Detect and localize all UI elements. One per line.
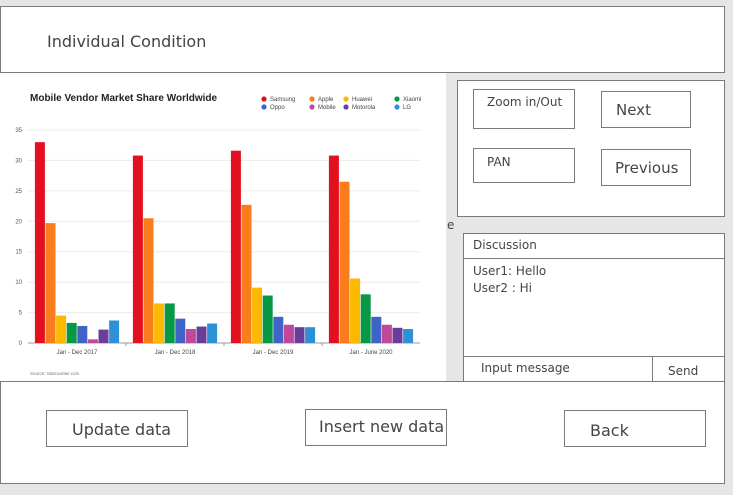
bar (241, 204, 252, 343)
bar (185, 329, 196, 343)
bar (109, 320, 120, 343)
bar (132, 155, 143, 343)
chart-canvas: 0 5 10 15 20 25 30 35 Jan - Dec 2017 Jan - Dec 20… (15, 96, 421, 376)
back-button[interactable]: Back (564, 410, 706, 447)
y-tick-label: 5 (19, 311, 23, 317)
bar (381, 324, 392, 343)
bar (252, 287, 263, 343)
legend-swatch (261, 104, 267, 110)
bar (196, 326, 207, 343)
pan-button[interactable]: PAN (473, 148, 575, 183)
message-input[interactable]: Input message (464, 356, 653, 382)
bar (283, 324, 294, 343)
next-button[interactable]: Next (601, 91, 691, 128)
view-controls-panel: Zoom in/Out Next PAN Previous (457, 80, 725, 217)
legend-label: Huawei (352, 97, 372, 103)
bar (56, 315, 67, 343)
legend-label: Oppo (270, 105, 285, 111)
bar (207, 323, 218, 343)
legend-swatch (343, 104, 349, 110)
legend-label: Motorola (352, 105, 376, 111)
y-tick-label: 0 (19, 341, 23, 347)
previous-button[interactable]: Previous (601, 149, 691, 186)
bar (262, 295, 273, 343)
legend-label: Xiaomi (403, 97, 421, 103)
x-tick-label: Jan - Dec 2018 (155, 350, 196, 356)
y-tick-label: 25 (15, 189, 22, 195)
bar (98, 329, 109, 343)
bar (328, 155, 339, 343)
legend-label: Mobile (318, 105, 336, 111)
page-title: Individual Condition (47, 32, 207, 51)
message-item: User2 : Hi (473, 281, 533, 295)
x-tick-label: Jan - June 2020 (349, 350, 393, 356)
message-item: User1: Hello (473, 264, 547, 278)
legend-swatch (261, 96, 267, 102)
bar (45, 223, 56, 343)
bar (77, 325, 88, 343)
x-tick-label: Jan - Dec 2019 (253, 350, 294, 356)
y-tick-label: 35 (15, 128, 22, 134)
footer-bar: Update data Insert new data Back (0, 381, 725, 484)
bar (294, 327, 305, 343)
legend-label: Apple (318, 97, 334, 103)
bar (350, 278, 361, 343)
update-data-button[interactable]: Update data (46, 410, 188, 447)
message-list: User1: Hello User2 : Hi (473, 263, 546, 297)
legend-swatch (394, 104, 400, 110)
legend-label: LG (403, 105, 411, 111)
header-bar: Individual Condition (0, 6, 725, 73)
insert-new-data-button[interactable]: Insert new data (305, 409, 447, 446)
y-tick-label: 10 (15, 280, 22, 286)
discussion-panel: Discussion User1: Hello User2 : Hi Input… (463, 233, 725, 382)
zoom-button[interactable]: Zoom in/Out (473, 89, 575, 129)
y-tick-label: 20 (15, 219, 22, 225)
bar (305, 327, 316, 343)
bar (403, 329, 414, 343)
discussion-title: Discussion (464, 234, 724, 259)
bar (66, 322, 77, 343)
chart-source: Source: Statcounter.com (30, 371, 80, 376)
send-button[interactable]: Send (653, 356, 725, 382)
bar (34, 142, 45, 343)
market-share-chart: Mobile Vendor Market Share Worldwide 051… (0, 73, 446, 381)
bar (339, 181, 350, 343)
bar (164, 303, 175, 343)
bar (392, 327, 403, 343)
legend-swatch (343, 96, 349, 102)
bar (360, 294, 371, 343)
legend-label: Samsung (270, 97, 295, 103)
bar (87, 339, 98, 343)
stray-text: e (447, 218, 455, 232)
x-tick-label: Jan - Dec 2017 (57, 350, 98, 356)
bar (371, 316, 382, 343)
legend-swatch (394, 96, 400, 102)
bar (273, 316, 284, 343)
bar (143, 218, 154, 343)
legend-swatch (309, 104, 315, 110)
bar (154, 303, 165, 343)
bar (230, 150, 241, 343)
y-tick-label: 15 (15, 250, 22, 256)
legend-swatch (309, 96, 315, 102)
bar (175, 318, 186, 343)
y-tick-label: 30 (15, 158, 22, 164)
